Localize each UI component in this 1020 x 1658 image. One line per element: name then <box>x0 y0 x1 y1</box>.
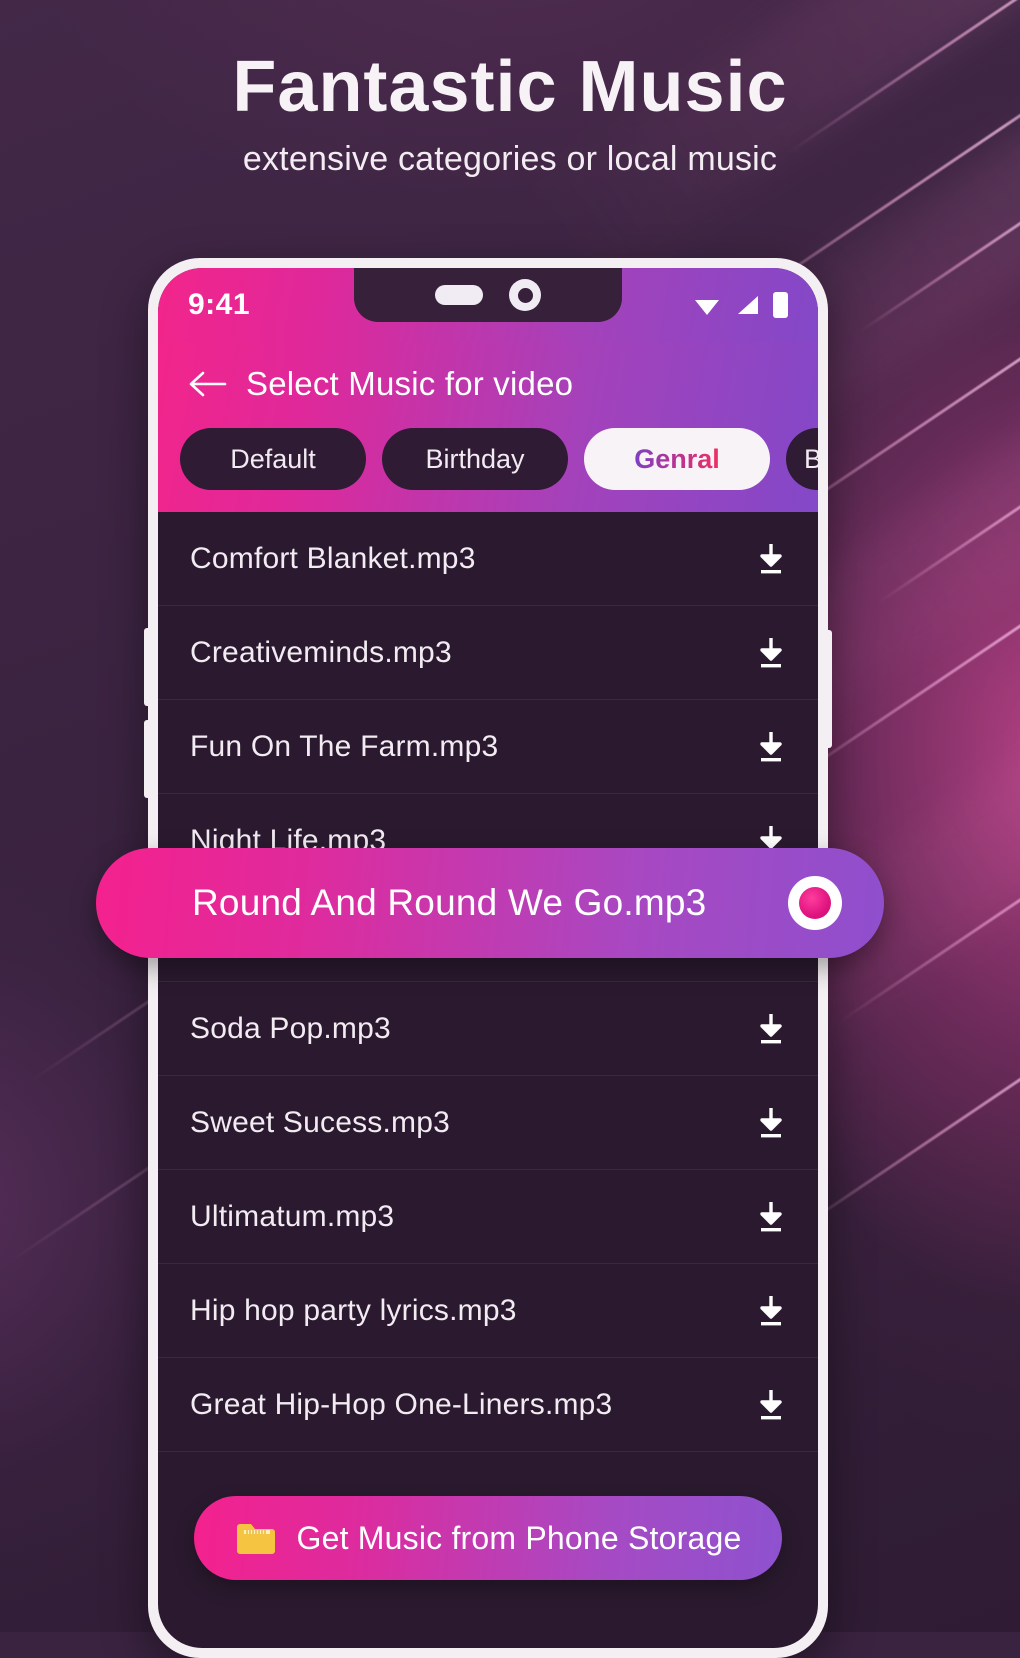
tab-birthday[interactable]: Birthday <box>382 428 568 490</box>
table-row[interactable]: Great Hip-Hop One-Liners.mp3 <box>158 1358 818 1452</box>
app-bar: Select Music for video Default Birthday … <box>158 342 818 512</box>
volume-up-button[interactable] <box>144 628 151 706</box>
battery-icon <box>773 292 788 318</box>
tab-label: Default <box>230 443 316 474</box>
download-icon[interactable] <box>756 1200 786 1234</box>
cta-label: Get Music from Phone Storage <box>296 1519 742 1556</box>
promo-subheadline: extensive categories or local music <box>242 139 778 178</box>
download-icon[interactable] <box>756 1388 786 1422</box>
download-icon[interactable] <box>756 542 786 576</box>
bottom-action-area: Get Music from Phone Storage <box>158 1496 818 1580</box>
track-name: Ultimatum.mp3 <box>190 1199 395 1233</box>
volume-down-button[interactable] <box>144 720 151 798</box>
front-camera-icon <box>509 279 541 311</box>
phone-screen: 9:41 Select Music for video Default Birt… <box>158 268 818 1648</box>
track-name: Sweet Sucess.mp3 <box>190 1105 450 1139</box>
tab-default[interactable]: Default <box>180 428 366 490</box>
table-row[interactable]: Sweet Sucess.mp3 <box>158 1076 818 1170</box>
folder-icon <box>236 1524 275 1554</box>
signal-icon <box>738 296 758 314</box>
table-row[interactable]: Soda Pop.mp3 <box>158 982 818 1076</box>
download-icon[interactable] <box>756 730 786 764</box>
table-row[interactable]: Ultimatum.mp3 <box>158 1170 818 1264</box>
track-name: Soda Pop.mp3 <box>190 1011 391 1045</box>
tab-partial[interactable]: B <box>786 428 818 490</box>
power-button[interactable] <box>825 630 832 748</box>
page-title: Select Music for video <box>246 365 574 402</box>
selected-track-name: Round And Round We Go.mp3 <box>192 882 707 923</box>
wifi-icon <box>695 300 719 315</box>
app-bar-top: Select Music for video <box>158 348 818 420</box>
radio-selected-icon[interactable] <box>788 876 842 930</box>
track-name: Creativeminds.mp3 <box>190 635 452 669</box>
back-arrow-icon[interactable] <box>188 369 228 399</box>
table-row[interactable]: Comfort Blanket.mp3 <box>158 512 818 606</box>
track-name: Fun On The Farm.mp3 <box>190 729 499 763</box>
download-icon[interactable] <box>756 636 786 670</box>
table-row[interactable]: Creativeminds.mp3 <box>158 606 818 700</box>
table-row[interactable]: Hip hop party lyrics.mp3 <box>158 1264 818 1358</box>
status-clock: 9:41 <box>188 288 251 321</box>
tab-label: Birthday <box>425 443 525 474</box>
download-icon[interactable] <box>756 1012 786 1046</box>
category-tabs: Default Birthday Genral B <box>158 428 818 490</box>
table-row[interactable]: Fun On The Farm.mp3 <box>158 700 818 794</box>
track-name: Comfort Blanket.mp3 <box>190 541 476 575</box>
track-name: Hip hop party lyrics.mp3 <box>190 1293 517 1327</box>
status-icons <box>693 292 788 318</box>
get-music-from-storage-button[interactable]: Get Music from Phone Storage <box>194 1496 782 1580</box>
music-list: Comfort Blanket.mp3 Creativeminds.mp3 Fu… <box>158 512 818 1452</box>
phone-notch <box>354 268 622 322</box>
tab-label: B <box>804 443 818 474</box>
tab-genral[interactable]: Genral <box>584 428 770 490</box>
promo-headline: Fantastic Music <box>232 47 788 127</box>
phone-mockup: 9:41 Select Music for video Default Birt… <box>144 258 832 1658</box>
download-icon[interactable] <box>756 1106 786 1140</box>
selected-track-row[interactable]: Round And Round We Go.mp3 <box>96 848 884 958</box>
earpiece-speaker-icon <box>435 285 483 305</box>
promo-text-block: Fantastic Music extensive categories or … <box>0 47 1020 179</box>
download-icon[interactable] <box>756 1294 786 1328</box>
tab-label: Genral <box>634 443 720 474</box>
track-name: Great Hip-Hop One-Liners.mp3 <box>190 1387 613 1421</box>
